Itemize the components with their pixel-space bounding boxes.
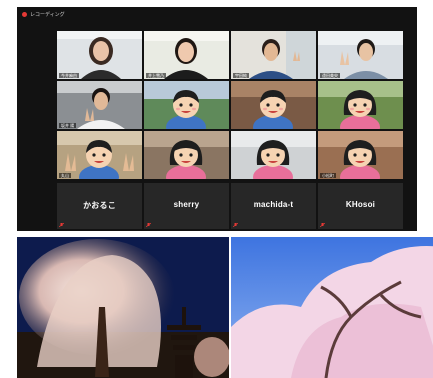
name-tile-participant-14[interactable]: sherry [144,183,229,229]
participant-name: 丸山 [59,173,71,178]
night-cherry-tree-image [17,237,229,378]
participant-name: KHosoi [345,200,376,209]
video-tile-participant-5[interactable]: 坂井 陽 [57,81,142,129]
video-tile-participant-8[interactable] [318,81,403,129]
mic-muted-icon [320,223,325,227]
name-tile-participant-15[interactable]: machida-t [231,183,316,229]
video-tile-participant-4[interactable]: 遠田美央 [318,31,403,79]
recording-indicator: レコーディング [22,10,65,19]
video-call-window: レコーディング 今井麻由 井上雪乃 宇田純 遠田美央 坂井 陽 丸山 小松町 か… [17,7,417,231]
participant-video-man-peace-sign [318,31,403,79]
participant-name: 井上雪乃 [146,73,166,78]
recording-label: レコーディング [30,12,65,18]
cherry-blossoms-sky-image [231,237,433,378]
avatar-boy-illustration [144,81,229,129]
video-tile-participant-9[interactable]: 丸山 [57,131,142,179]
mic-muted-icon [146,223,151,227]
video-tile-participant-10[interactable] [144,131,229,179]
participant-video-woman [144,31,229,79]
participant-video-man [231,31,316,79]
photo-cherry-blossoms-sky [231,237,433,378]
avatar-girl-illustration [318,131,403,179]
video-tile-participant-6[interactable] [144,81,229,129]
name-tile-participant-13[interactable]: かおるこ [57,183,142,229]
video-tile-participant-3[interactable]: 宇田純 [231,31,316,79]
video-tile-participant-11[interactable] [231,131,316,179]
participant-name: 小松町 [320,173,336,178]
participant-name: かおるこ [83,201,116,210]
avatar-girl-illustration [318,81,403,129]
avatar-girl-illustration [144,131,229,179]
name-tile-participant-16[interactable]: KHosoi [318,183,403,229]
participant-name: 遠田美央 [320,73,340,78]
video-tile-participant-1[interactable]: 今井麻由 [57,31,142,79]
mic-muted-icon [233,223,238,227]
avatar-boy-peace-illustration [57,131,142,179]
recording-dot-icon [22,12,27,17]
mic-muted-icon [59,223,64,227]
participant-name: sherry [173,200,200,209]
participant-name: machida-t [253,200,294,209]
video-tile-participant-2[interactable]: 井上雪乃 [144,31,229,79]
video-tile-participant-7[interactable] [231,81,316,129]
participant-video-man-peace-sign [57,81,142,129]
video-tile-participant-12[interactable]: 小松町 [318,131,403,179]
participant-name: 今井麻由 [59,73,79,78]
participant-video-woman [57,31,142,79]
photo-night-cherry-tree [17,237,229,378]
avatar-boy-illustration [231,81,316,129]
participant-name: 坂井 陽 [59,123,77,128]
avatar-girl-illustration [231,131,316,179]
participant-name: 宇田純 [233,73,249,78]
